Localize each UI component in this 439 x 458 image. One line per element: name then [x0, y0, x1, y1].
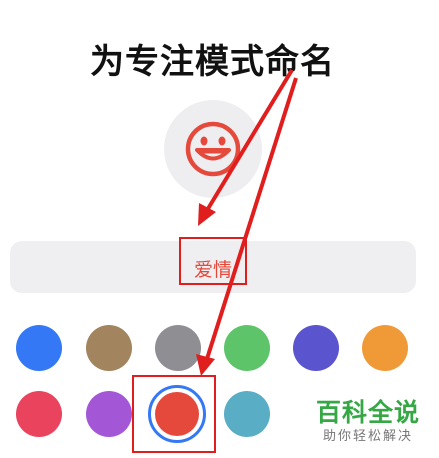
arrow-to-icon [198, 68, 294, 226]
watermark-title: 百科全说 [315, 398, 420, 427]
focus-mode-naming-screen: 为专注模式命名 爱情 百科全说 助你轻松解决 [0, 0, 439, 458]
watermark-subtitle: 助你轻松解决 [322, 429, 413, 444]
watermark-logo: 百科全说 助你轻松解决 [302, 398, 434, 446]
arrow-to-color [196, 77, 298, 376]
annotation-arrows [196, 68, 298, 376]
